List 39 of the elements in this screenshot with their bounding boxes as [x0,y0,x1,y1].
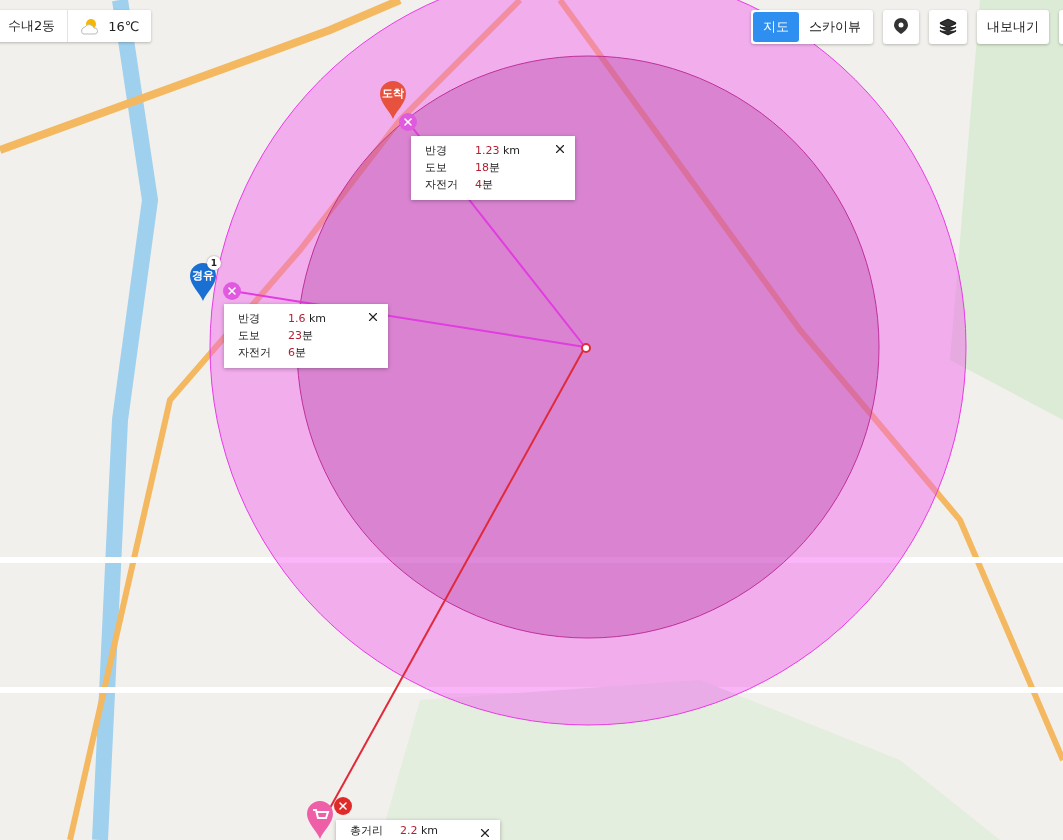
close-icon [226,285,238,297]
export-button[interactable]: 내보내기 [977,10,1049,44]
info-label: 반경 [425,143,448,158]
location-pin-button[interactable] [883,10,919,44]
info-label: 총거리 [350,823,384,838]
info-value: 1.23 km [475,143,521,158]
close-icon [402,116,414,128]
map-type-tab[interactable]: 지도 [753,12,799,42]
close-button[interactable] [366,310,380,324]
close-icon [337,800,349,812]
close-button[interactable] [553,142,567,156]
close-icon [366,310,380,324]
remove-point-button[interactable] [399,113,417,131]
close-button[interactable] [478,826,492,840]
temperature: 16℃ [108,18,140,34]
info-value: 4분 [475,177,494,192]
close-icon [553,142,567,156]
info-label: 반경 [238,311,261,326]
remove-point-button[interactable] [223,282,241,300]
arrival-marker[interactable]: 도착 [379,80,407,120]
info-value: 23분 [288,328,314,343]
route-center-point [581,343,591,353]
info-label: 도보 [425,160,448,175]
info-value: 2.2 km [400,823,439,838]
info-label: 도보 [238,328,261,343]
info-value: 18분 [475,160,501,175]
layers-button[interactable] [929,10,967,44]
info-label: 자전거 [425,177,459,192]
map-type-tab[interactable]: 스카이뷰 [799,12,871,42]
info-value: 6분 [288,345,307,360]
layers-icon [939,18,957,36]
location-name: 수내2동 [8,17,56,35]
remove-point-button[interactable] [334,797,352,815]
info-value: 1.6 km [288,311,327,326]
location-pin-icon [893,18,909,36]
close-icon [478,826,492,840]
shop-marker[interactable] [306,800,334,840]
info-label: 자전거 [238,345,272,360]
marker-badge: 1 [207,256,221,270]
